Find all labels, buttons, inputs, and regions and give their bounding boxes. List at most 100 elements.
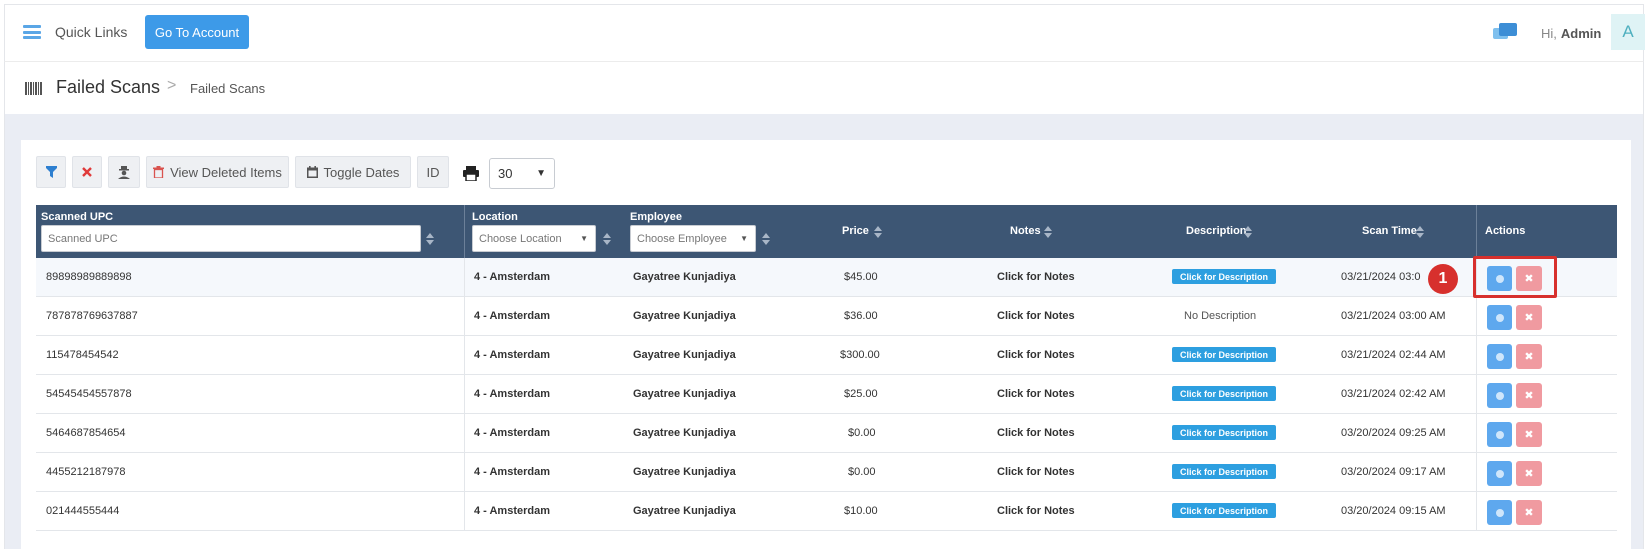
column-divider: [1476, 453, 1477, 492]
cell-price: $10.00: [844, 505, 878, 517]
per-page-select[interactable]: 30 ▼: [489, 158, 555, 189]
view-button[interactable]: [1487, 305, 1512, 330]
notes-link[interactable]: Click for Notes: [997, 349, 1075, 361]
notes-link[interactable]: Click for Notes: [997, 310, 1075, 322]
notes-link[interactable]: Click for Notes: [997, 388, 1075, 400]
cell-price: $25.00: [844, 388, 878, 400]
chevron-down-icon: ▼: [580, 234, 588, 243]
sort-icon[interactable]: [1416, 226, 1424, 238]
scanned-upc-filter-input[interactable]: Scanned UPC: [41, 225, 421, 252]
cell-scan-time: 03/21/2024 02:42 AM: [1341, 388, 1446, 400]
employee-filter-select[interactable]: Choose Employee ▼: [630, 225, 756, 252]
filter-icon: [45, 166, 57, 178]
user-greeting: Hi, Admin: [1541, 26, 1601, 41]
close-icon: ✖: [1524, 429, 1534, 441]
table-header: Scanned UPC Scanned UPC Location Choose …: [36, 205, 1617, 258]
filter-button[interactable]: [36, 156, 66, 188]
breadcrumb: Failed Scans > Failed Scans: [4, 62, 1644, 114]
cell-price: $45.00: [844, 271, 878, 283]
delete-button[interactable]: ✖: [1516, 383, 1542, 408]
description-button[interactable]: Click for Description: [1172, 503, 1276, 518]
close-icon: ✖: [1524, 312, 1534, 324]
close-icon: ✖: [1524, 390, 1534, 402]
notes-link[interactable]: Click for Notes: [997, 427, 1075, 439]
table-row: 021444555444 4 - Amsterdam Gayatree Kunj…: [36, 492, 1617, 531]
table-row: 787878769637887 4 - Amsterdam Gayatree K…: [36, 297, 1617, 336]
notes-link[interactable]: Click for Notes: [997, 466, 1075, 478]
delete-button[interactable]: ✖: [1516, 422, 1542, 447]
id-toggle-button[interactable]: ID: [417, 156, 449, 188]
go-to-account-button[interactable]: Go To Account: [145, 15, 249, 49]
column-divider: [464, 258, 465, 297]
cell-scan-time: 03/21/2024 02:44 AM: [1341, 349, 1446, 361]
barcode-icon: [25, 82, 43, 95]
sort-icon[interactable]: [1244, 226, 1252, 238]
circle-icon: [1495, 469, 1504, 478]
user-name: Admin: [1560, 26, 1602, 41]
header-notes[interactable]: Notes: [1010, 225, 1041, 237]
cell-employee: Gayatree Kunjadiya: [633, 466, 736, 478]
cell-price: $0.00: [848, 427, 876, 439]
description-button[interactable]: Click for Description: [1172, 425, 1276, 440]
clear-filter-button[interactable]: [72, 156, 102, 188]
header-scan-time[interactable]: Scan Time: [1362, 225, 1417, 237]
column-divider: [464, 375, 465, 414]
cell-employee: Gayatree Kunjadiya: [633, 427, 736, 439]
cell-location: 4 - Amsterdam: [474, 271, 551, 283]
view-button[interactable]: [1487, 344, 1512, 369]
header-employee: Employee: [630, 211, 682, 223]
table-row: 5464687854654 4 - Amsterdam Gayatree Kun…: [36, 414, 1617, 453]
header-divider: [1476, 205, 1477, 258]
description-button[interactable]: Click for Description: [1172, 386, 1276, 401]
quick-links[interactable]: Quick Links: [23, 24, 127, 40]
sort-icon[interactable]: [1044, 226, 1052, 238]
location-filter-placeholder: Choose Location: [479, 232, 562, 245]
circle-icon: [1495, 313, 1504, 322]
chevron-down-icon: ▼: [536, 168, 546, 179]
view-button[interactable]: [1487, 500, 1512, 525]
toggle-dates-button[interactable]: Toggle Dates: [295, 156, 411, 188]
circle-icon: [1495, 430, 1504, 439]
cell-location: 4 - Amsterdam: [474, 505, 551, 517]
user-secret-icon: [118, 165, 130, 179]
delete-button[interactable]: ✖: [1516, 344, 1542, 369]
close-icon: ✖: [1524, 507, 1534, 519]
cell-scan-time: 03/20/2024 09:15 AM: [1341, 505, 1446, 517]
sort-icon[interactable]: [874, 226, 882, 238]
view-button[interactable]: [1487, 422, 1512, 447]
delete-button[interactable]: ✖: [1516, 461, 1542, 486]
view-button[interactable]: [1487, 461, 1512, 486]
user-secret-button[interactable]: [108, 156, 140, 188]
cell-scan-time: 03/20/2024 09:17 AM: [1341, 466, 1446, 478]
header-price[interactable]: Price: [842, 225, 869, 237]
description-button[interactable]: Click for Description: [1172, 347, 1276, 362]
notes-link[interactable]: Click for Notes: [997, 505, 1075, 517]
print-icon[interactable]: [463, 166, 479, 181]
view-button[interactable]: [1487, 383, 1512, 408]
delete-button[interactable]: ✖: [1516, 500, 1542, 525]
cell-price: $0.00: [848, 466, 876, 478]
header-description[interactable]: Description: [1186, 225, 1247, 237]
delete-button[interactable]: ✖: [1516, 305, 1542, 330]
per-page-value: 30: [498, 166, 513, 181]
cell-upc: 787878769637887: [46, 310, 138, 322]
description-button[interactable]: Click for Description: [1172, 464, 1276, 479]
circle-icon: [1495, 352, 1504, 361]
view-deleted-items-button[interactable]: View Deleted Items: [146, 156, 289, 188]
toggle-dates-label: Toggle Dates: [323, 164, 400, 180]
sort-icon[interactable]: [762, 233, 770, 245]
employee-filter-placeholder: Choose Employee: [637, 232, 727, 245]
column-divider: [1476, 375, 1477, 414]
sort-icon[interactable]: [426, 233, 434, 245]
chat-icon[interactable]: [1493, 23, 1517, 43]
description-button[interactable]: Click for Description: [1172, 269, 1276, 284]
cell-description: No Description: [1184, 310, 1257, 322]
quick-links-label: Quick Links: [55, 24, 128, 40]
location-filter-select[interactable]: Choose Location ▼: [472, 225, 596, 252]
close-icon: ✖: [1524, 468, 1534, 480]
notes-link[interactable]: Click for Notes: [997, 271, 1075, 283]
cell-employee: Gayatree Kunjadiya: [633, 310, 736, 322]
avatar[interactable]: A: [1611, 14, 1645, 50]
sort-icon[interactable]: [603, 233, 611, 245]
close-icon: ✖: [1524, 351, 1534, 363]
